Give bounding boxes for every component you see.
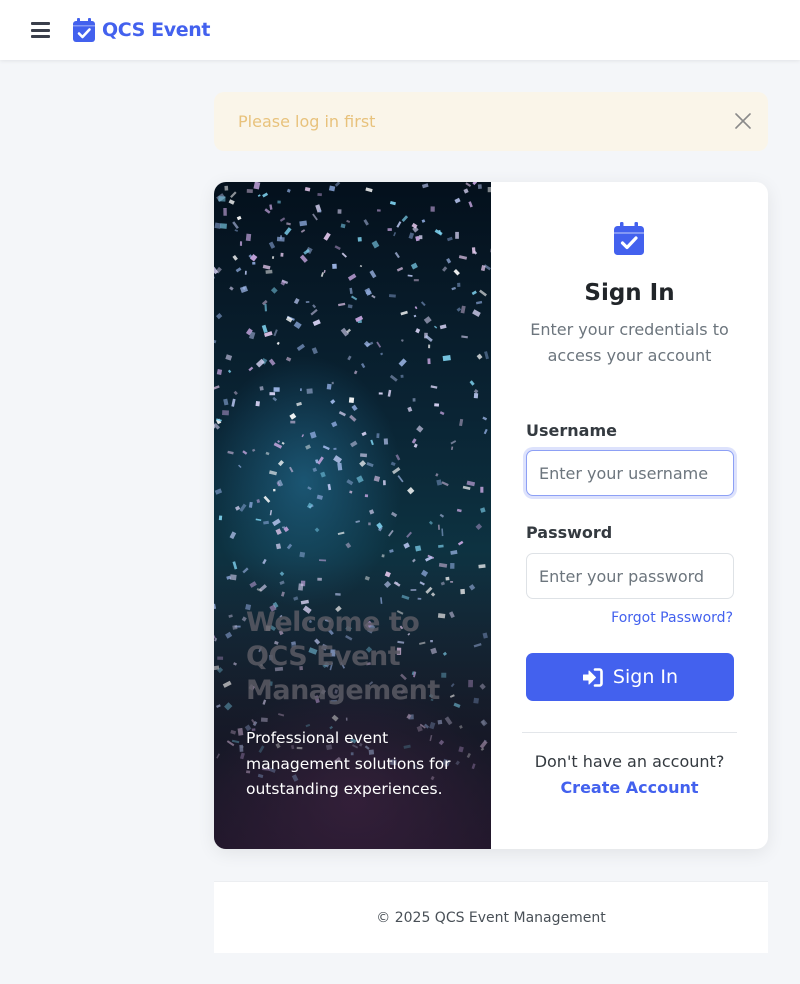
close-icon[interactable] — [733, 111, 753, 131]
top-navbar: QCS Event — [0, 0, 800, 60]
divider — [522, 732, 737, 733]
alert-message: Please log in first — [238, 112, 376, 131]
login-required-alert: Please log in first — [214, 92, 768, 151]
sign-in-arrow-icon — [582, 667, 603, 687]
hero-subtitle: Professional event management solutions … — [246, 729, 451, 798]
hero-image-panel: Welcome to QCS Event Management Professi… — [214, 182, 491, 849]
sign-in-title: Sign In — [584, 280, 675, 306]
calendar-check-icon — [73, 18, 95, 42]
forgot-password-link[interactable]: Forgot Password? — [611, 610, 733, 626]
username-input[interactable] — [526, 450, 734, 496]
sign-in-form: Sign In Enter your credentials to access… — [491, 182, 768, 849]
brand-name: QCS Event — [102, 19, 211, 41]
sign-in-button-label: Sign In — [612, 666, 679, 688]
create-account-link[interactable]: Create Account — [491, 778, 768, 797]
sign-in-subtitle: Enter your credentials to access your ac… — [530, 320, 729, 365]
password-label: Password — [526, 523, 613, 542]
username-label: Username — [526, 421, 617, 440]
sign-in-button[interactable]: Sign In — [526, 653, 734, 701]
hero-title: Welcome to QCS Event Management — [246, 607, 440, 706]
calendar-check-icon — [614, 222, 644, 255]
password-input[interactable] — [526, 553, 734, 599]
no-account-text: Don't have an account? — [534, 752, 725, 771]
copyright-text: © 2025 QCS Event Management — [376, 909, 606, 926]
brand-link[interactable]: QCS Event — [73, 17, 210, 43]
login-card: Welcome to QCS Event Management Professi… — [214, 182, 768, 849]
hamburger-menu-icon[interactable] — [31, 22, 50, 38]
footer: © 2025 QCS Event Management — [214, 881, 768, 953]
